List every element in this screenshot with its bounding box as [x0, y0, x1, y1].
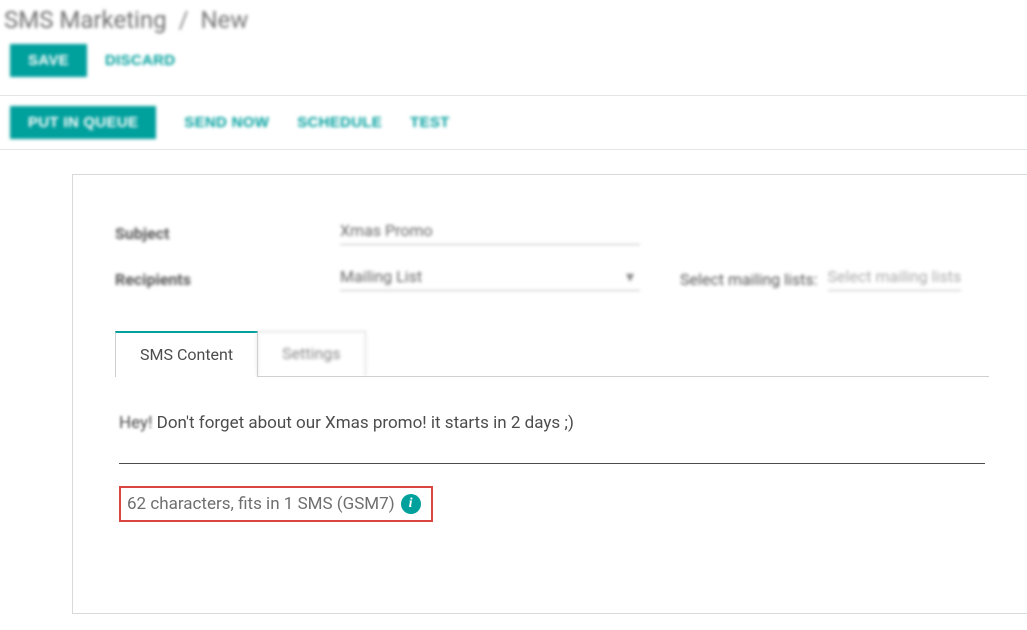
send-now-button[interactable]: SEND NOW — [184, 114, 269, 131]
subject-row: Subject Xmas Promo — [115, 221, 989, 245]
tab-settings[interactable]: Settings — [257, 331, 365, 376]
subject-value: Xmas Promo — [340, 221, 640, 245]
breadcrumb-sep: / — [179, 6, 189, 34]
char-count-box: 62 characters, fits in 1 SMS (GSM7) i — [119, 486, 433, 522]
sms-text-rest: Don't forget about our Xmas promo! it st… — [152, 413, 573, 433]
mailing-lists-label: Select mailing lists: — [680, 270, 818, 289]
subject-field[interactable]: Xmas Promo — [340, 221, 640, 245]
subject-label: Subject — [115, 224, 340, 243]
breadcrumb-current: New — [200, 6, 248, 34]
breadcrumb-root[interactable]: SMS Marketing — [4, 6, 167, 34]
put-in-queue-button[interactable]: PUT IN QUEUE — [10, 106, 156, 139]
recipients-value: Mailing List — [340, 267, 640, 291]
char-count-text: 62 characters, fits in 1 SMS (GSM7) — [127, 494, 395, 514]
sms-content-panel: Hey! Don't forget about our Xmas promo! … — [115, 377, 989, 522]
test-button[interactable]: TEST — [410, 114, 450, 131]
info-icon[interactable]: i — [401, 494, 421, 514]
page-actions: PUT IN QUEUE SEND NOW SCHEDULE TEST — [0, 95, 1027, 150]
discard-button[interactable]: DISCARD — [105, 52, 175, 69]
mailing-lists-field[interactable]: Select mailing lists: Select mailing lis… — [680, 267, 961, 291]
recipients-label: Recipients — [115, 270, 340, 289]
form-card: Subject Xmas Promo Recipients Mailing Li… — [72, 174, 1027, 614]
mailing-lists-placeholder: Select mailing lists — [828, 267, 962, 291]
record-actions: SAVE DISCARD — [0, 44, 1027, 95]
recipients-row: Recipients Mailing List Select mailing l… — [115, 267, 989, 291]
tab-sms-content[interactable]: SMS Content — [115, 331, 258, 376]
save-button[interactable]: SAVE — [10, 44, 87, 77]
recipients-select[interactable]: Mailing List — [340, 267, 640, 291]
breadcrumb: SMS Marketing / New — [0, 0, 1027, 44]
sms-text-prefix: Hey! — [119, 413, 152, 433]
sms-textarea[interactable]: Hey! Don't forget about our Xmas promo! … — [119, 413, 985, 464]
schedule-button[interactable]: SCHEDULE — [297, 114, 382, 131]
tabs: SMS Content Settings — [115, 331, 989, 377]
